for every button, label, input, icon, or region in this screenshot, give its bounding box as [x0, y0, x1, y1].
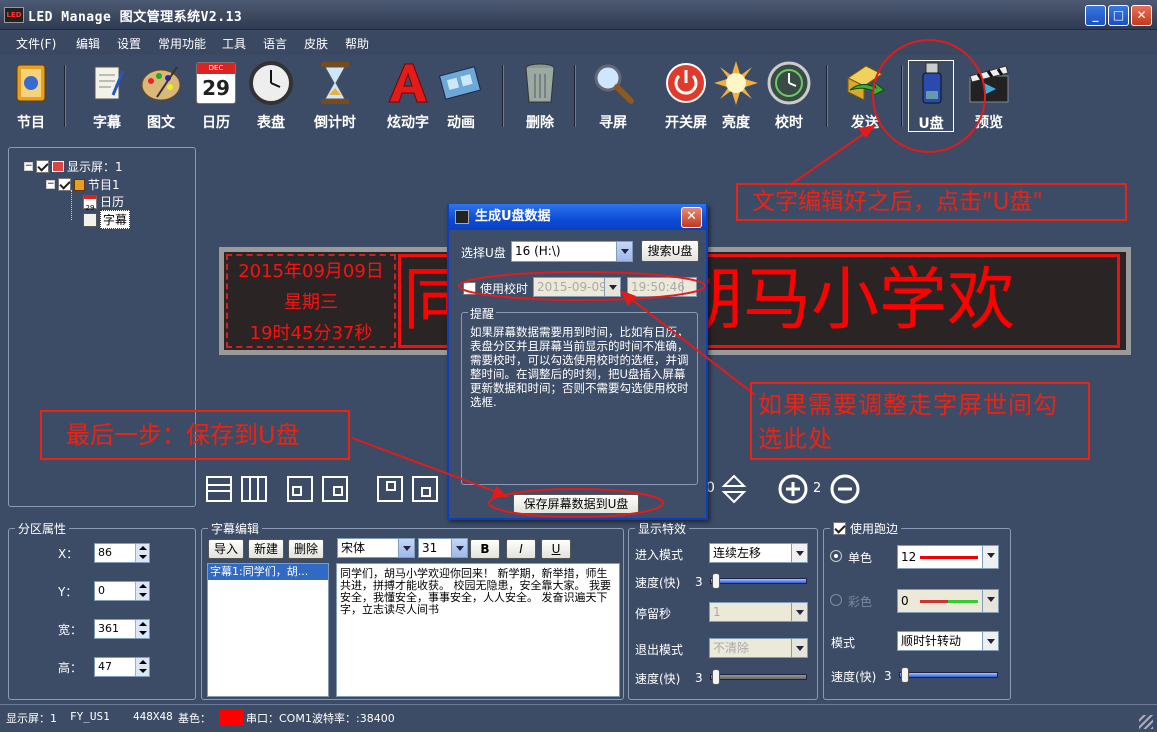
time-sync-highlight-ellipse: [458, 271, 706, 301]
arrow-line: [351, 437, 503, 495]
status-baud: 波特率：:38400: [312, 712, 395, 725]
status-size: 448X48: [133, 710, 173, 723]
save-highlight-ellipse: [488, 488, 664, 518]
arrow-line: [789, 127, 873, 186]
arrow-head: [492, 486, 508, 497]
annotation-save-udisk: 最后一步：保存到U盘: [40, 410, 350, 460]
annotation-overlay: [351, 39, 986, 518]
status-model: FY_US1: [70, 710, 110, 723]
annotation-time-sync: 如果需要调整走字屏世间勾选此处: [750, 382, 1090, 460]
arrow-line: [625, 294, 756, 396]
status-screen: 显示屏：1: [6, 712, 57, 725]
udisk-highlight-circle: [872, 39, 986, 153]
status-port: 串口：COM1: [246, 712, 312, 725]
base-color-swatch: [219, 709, 243, 725]
resize-grip-icon[interactable]: [1139, 715, 1153, 729]
arrow-head: [620, 290, 636, 306]
annotation-click-udisk: 文字编辑好之后，点击"U盘": [736, 183, 1127, 221]
status-bar: 显示屏：1 FY_US1 448X48 基色： 串口：COM1 波特率：:384…: [0, 704, 1157, 732]
status-color-label: 基色：: [178, 712, 211, 725]
